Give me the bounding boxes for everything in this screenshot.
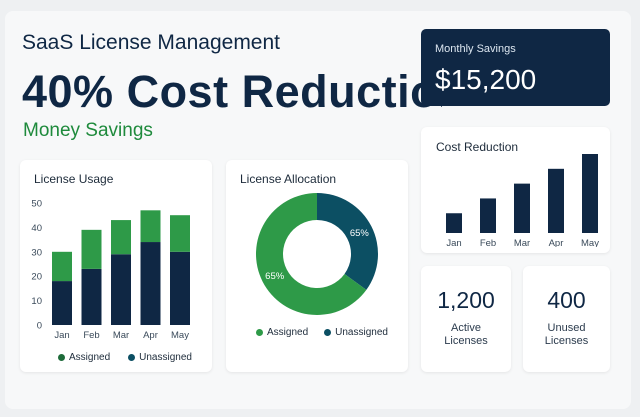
active-licenses-value: 1,200 xyxy=(437,287,495,313)
usage-bar-assigned xyxy=(111,254,131,325)
usage-bar-assigned xyxy=(52,281,72,325)
license-usage-card: License Usage 0 10 20 30 40 50 Jan Feb Mar Apr May… xyxy=(20,160,212,372)
cost-bar xyxy=(480,198,496,233)
alloc-assigned-label: Assigned xyxy=(267,327,309,338)
donut-slice-unassigned xyxy=(317,193,378,290)
cost-xtick-label: Jan xyxy=(446,238,461,247)
usage-xtick-label: Apr xyxy=(143,330,158,341)
usage-bar-assigned xyxy=(170,251,190,325)
cost-xtick-label: Feb xyxy=(480,238,496,247)
page-title: SaaS License Management xyxy=(22,31,280,54)
active-licenses-label-1: Active xyxy=(451,322,481,334)
unused-licenses-label-2: Licenses xyxy=(544,335,589,347)
license-allocation-donut: 65% 65% xyxy=(255,193,378,315)
usage-bar-unassigned xyxy=(81,229,102,269)
cost-xtick-label: Apr xyxy=(549,238,564,247)
usage-ytick-label: 40 xyxy=(31,223,42,234)
headline: 40% Cost Reduction xyxy=(22,66,442,117)
subtitle: Money Savings xyxy=(23,120,153,141)
assigned-legend-label: Assigned xyxy=(69,352,111,363)
usage-xtick-label: Feb xyxy=(83,330,99,341)
assigned-legend-dot xyxy=(58,354,65,361)
alloc-assigned-dot xyxy=(256,329,263,336)
cost-bar xyxy=(446,213,462,233)
active-licenses-label-2: Licenses xyxy=(444,335,488,347)
cost-reduction-chart: Jan Feb Mar Apr May xyxy=(446,154,599,247)
monthly-savings-value: $15,200 xyxy=(435,64,537,95)
usage-bar-unassigned xyxy=(170,215,190,252)
license-allocation-card: License Allocation 65% 65% Assigned Unass… xyxy=(226,160,408,372)
license-allocation-title: License Allocation xyxy=(240,172,337,186)
usage-bar-assigned xyxy=(81,268,102,325)
donut-label-assigned: 65% xyxy=(265,271,285,282)
usage-ytick-label: 50 xyxy=(31,199,42,210)
alloc-unassigned-dot xyxy=(324,329,332,336)
cost-xtick-label: May xyxy=(581,238,599,247)
cost-bar xyxy=(548,168,564,233)
cost-xtick-label: Mar xyxy=(514,238,530,247)
usage-xtick-label: May xyxy=(171,330,189,341)
monthly-savings-label: Monthly Savings xyxy=(435,43,516,55)
unused-licenses-label-1: Unused xyxy=(547,322,586,334)
usage-ytick-label: 30 xyxy=(31,247,42,258)
usage-bar-unassigned xyxy=(140,210,161,243)
usage-ytick-label: 0 xyxy=(37,321,42,332)
unassigned-legend-label: Unassigned xyxy=(139,352,192,363)
license-allocation-legend: Assigned Unassigned xyxy=(256,327,388,338)
usage-ytick-label: 10 xyxy=(31,296,42,307)
license-usage-title: License Usage xyxy=(34,172,114,186)
license-usage-legend: Assigned Unassigned xyxy=(58,352,192,363)
donut-label-unassigned: 65% xyxy=(350,228,370,239)
usage-bar-assigned xyxy=(140,242,161,325)
usage-bar-unassigned xyxy=(52,251,72,282)
license-usage-chart: 0 10 20 30 40 50 Jan Feb Mar Apr May xyxy=(31,199,190,341)
unused-licenses-card: 400 Unused Licenses xyxy=(523,266,610,372)
monthly-savings-card: Monthly Savings $15,200 xyxy=(421,29,610,106)
alloc-unassigned-label: Unassigned xyxy=(335,327,388,338)
usage-ytick-label: 20 xyxy=(31,272,42,283)
usage-xtick-label: Jan xyxy=(54,330,69,341)
active-licenses-card: 1,200 Active Licenses xyxy=(421,266,511,372)
cost-bar xyxy=(514,183,530,233)
usage-bar-unassigned xyxy=(111,220,131,255)
cost-bar xyxy=(582,154,598,233)
cost-reduction-card: Cost Reduction Jan Feb Mar Apr May xyxy=(421,127,610,253)
usage-xtick-label: Mar xyxy=(113,330,129,341)
unused-licenses-value: 400 xyxy=(547,287,586,313)
unassigned-legend-dot xyxy=(128,354,136,361)
